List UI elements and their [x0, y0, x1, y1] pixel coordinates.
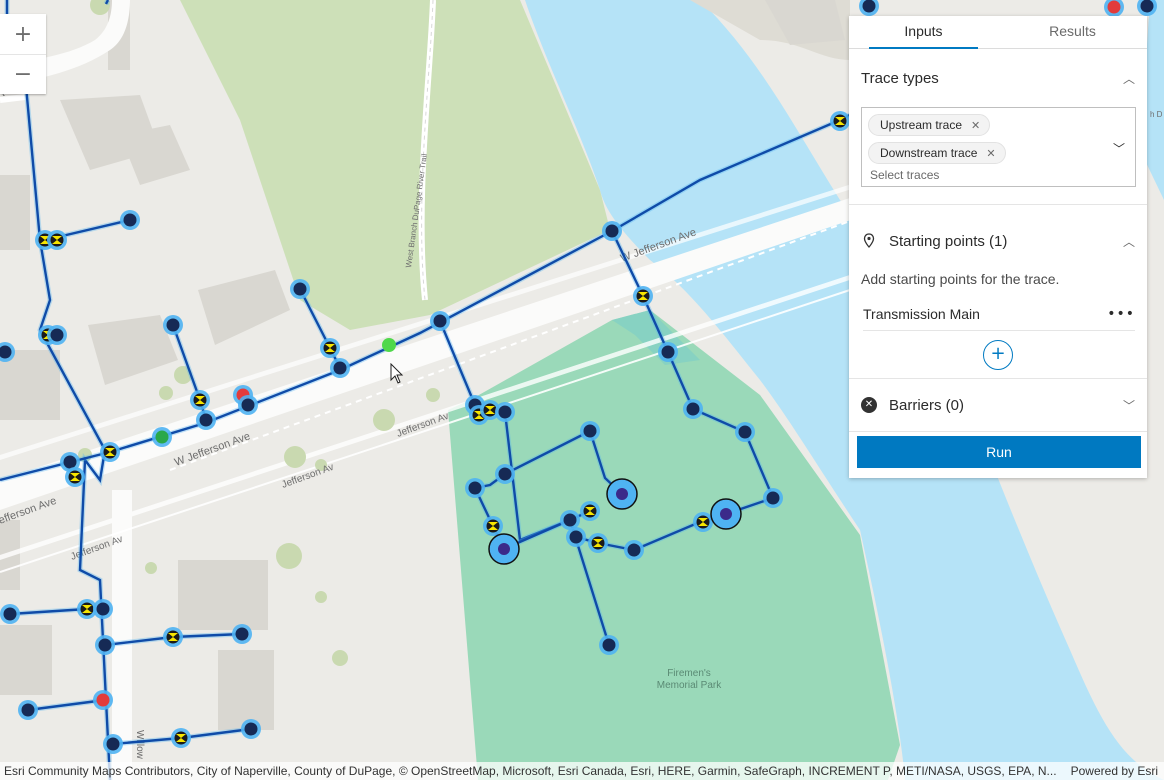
tab-inputs[interactable]: Inputs — [849, 16, 998, 49]
device-icon — [96, 602, 110, 616]
device-icon — [98, 638, 112, 652]
device-icon — [605, 224, 619, 238]
device-icon — [738, 425, 752, 439]
device-icon — [63, 455, 77, 469]
chip-label: Upstream trace — [880, 118, 963, 132]
zoom-in-button[interactable]: + — [0, 14, 46, 54]
device-icon — [333, 361, 347, 375]
chevron-up-icon[interactable]: ︿ — [1123, 70, 1135, 87]
device-icon — [627, 543, 641, 557]
park-name-line1: Firemen's — [667, 668, 711, 679]
map-pin-icon — [863, 233, 875, 248]
divider — [849, 431, 1147, 432]
chip-upstream-trace: Upstream trace ✕ — [868, 114, 991, 136]
starting-points-title: Starting points (1) — [889, 232, 1008, 250]
add-starting-point-row: + — [849, 331, 1147, 378]
hydrant-icon — [720, 508, 732, 520]
trace-types-title: Trace types — [861, 69, 939, 87]
add-starting-point-button[interactable]: + — [983, 339, 1013, 370]
more-options-icon[interactable]: ••• — [1107, 306, 1135, 322]
starting-point-marker[interactable] — [382, 338, 396, 352]
attribution-text[interactable]: Esri Community Maps Contributors, City o… — [4, 764, 1058, 778]
device-icon — [3, 607, 17, 621]
device-icon — [293, 282, 307, 296]
trace-types-placeholder[interactable]: Select traces — [870, 168, 939, 182]
mouse-cursor-icon — [390, 363, 404, 384]
powered-by-esri[interactable]: Powered by Esri — [1071, 764, 1158, 778]
park-name-line2: Memorial Park — [657, 680, 722, 691]
device-icon — [1107, 0, 1121, 14]
hydrant-icon — [616, 488, 628, 500]
device-icon — [21, 703, 35, 717]
run-button[interactable]: Run — [857, 436, 1141, 468]
close-icon[interactable]: ✕ — [986, 147, 995, 160]
attribution-bar: Esri Community Maps Contributors, City o… — [0, 762, 1164, 780]
device-icon — [583, 424, 597, 438]
chevron-up-icon[interactable]: ︿ — [1123, 233, 1135, 250]
device-icon — [563, 513, 577, 527]
starting-points-description: Add starting points for the trace. — [861, 271, 1060, 287]
trace-types-header[interactable]: Trace types ︿ — [849, 49, 1147, 107]
device-icon — [199, 413, 213, 427]
device-icon — [862, 0, 876, 13]
device-icon — [241, 398, 255, 412]
chevron-down-icon[interactable]: ﹀ — [1123, 397, 1135, 414]
starting-point-label: Transmission Main — [863, 305, 980, 322]
device-icon — [686, 402, 700, 416]
divider — [849, 204, 1147, 205]
device-icon — [602, 638, 616, 652]
device-icon — [498, 467, 512, 481]
device-icon — [468, 481, 482, 495]
device-icon — [235, 627, 249, 641]
device-icon — [166, 318, 180, 332]
tab-results[interactable]: Results — [998, 16, 1147, 48]
zoom-control: + − — [0, 14, 46, 94]
device-icon — [123, 213, 137, 227]
panel-tabs: Inputs Results — [849, 16, 1147, 49]
chip-label: Downstream trace — [880, 146, 978, 160]
device-icon — [244, 722, 258, 736]
barrier-x-icon: ✕ — [861, 397, 877, 413]
starting-points-header[interactable]: Starting points (1) ︿ — [849, 221, 1147, 261]
chevron-down-icon[interactable]: ﹀ — [1113, 140, 1125, 157]
device-icon — [106, 737, 120, 751]
device-icon — [155, 430, 169, 444]
label-fragment-d: h D — [1150, 110, 1163, 119]
trace-types-combobox[interactable]: Upstream trace ✕ Downstream trace ✕ Sele… — [861, 107, 1136, 187]
device-icon — [661, 345, 675, 359]
close-icon[interactable]: ✕ — [971, 119, 980, 132]
device-icon — [433, 314, 447, 328]
trace-panel: Inputs Results Trace types ︿ Upstream tr… — [849, 16, 1147, 478]
chip-downstream-trace: Downstream trace ✕ — [868, 142, 1006, 164]
barriers-header[interactable]: ✕ Barriers (0) ﹀ — [849, 379, 1147, 431]
device-icon — [766, 491, 780, 505]
device-icon — [569, 530, 583, 544]
device-icon — [96, 693, 110, 707]
label-willow: Willow — [134, 730, 145, 760]
barriers-title: Barriers (0) — [889, 396, 965, 414]
starting-point-item[interactable]: Transmission Main ••• — [863, 297, 1135, 331]
hydrant-icon — [498, 543, 510, 555]
device-icon — [50, 328, 64, 342]
device-icon — [498, 405, 512, 419]
device-icon — [1140, 0, 1154, 13]
zoom-out-button[interactable]: − — [0, 54, 46, 94]
